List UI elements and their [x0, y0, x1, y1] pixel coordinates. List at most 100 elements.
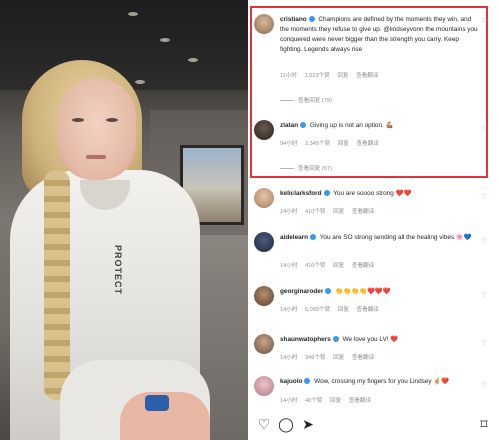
comment-text: You are soooo strong ❤️❤️: [333, 190, 412, 197]
like-count[interactable]: 349个赞: [305, 355, 326, 361]
username[interactable]: shaunwatophers: [280, 336, 331, 343]
ceiling-light: [128, 12, 138, 16]
avatar[interactable]: [254, 232, 274, 252]
like-count[interactable]: 2,345个赞: [305, 141, 330, 147]
comment-text: Giving up is not an option. 💪🏽: [309, 122, 394, 129]
username[interactable]: georginaroder: [280, 288, 323, 295]
comment-body: keliclarksford You are soooo strong ❤️❤️: [280, 189, 480, 199]
verified-icon: [325, 288, 332, 295]
comment-time: 14小时: [280, 209, 298, 215]
comment-body: aidelearn You are SO strong sending all …: [280, 233, 480, 243]
comments-panel: cristiano Champions are defined by the m…: [248, 0, 500, 440]
verified-icon: [300, 122, 307, 129]
comment-body: shaunwatophers We love you LV! ❤️: [280, 335, 480, 345]
like-count[interactable]: 410个赞: [305, 209, 326, 215]
verified-icon: [323, 190, 330, 197]
comment-item: kajuolo Wow, crossing my fingers for you…: [254, 376, 488, 408]
comment-time: 14小时: [280, 307, 298, 313]
reply-button[interactable]: 回复: [333, 355, 344, 361]
comment-time: 14小时: [280, 355, 298, 361]
like-icon[interactable]: ♡: [480, 292, 488, 300]
comment-item: shaunwatophers We love you LV! ❤️ 14小时 3…: [254, 334, 488, 370]
like-icon[interactable]: ♡: [480, 238, 488, 246]
comment-text: We love you LV! ❤️: [342, 336, 399, 343]
like-count[interactable]: 6,093个赞: [305, 307, 330, 313]
like-icon[interactable]: ♡: [480, 382, 488, 390]
like-count[interactable]: 1,023个赞: [305, 73, 330, 79]
hoodie-print: PROTECT: [113, 245, 123, 296]
ceiling-light: [188, 58, 198, 62]
action-toolbar: ♡ ◯ ➤ ⌑: [248, 410, 500, 440]
comment-meta: 94小时 2,345个赞 回复 查看翻译: [280, 139, 385, 147]
reply-button[interactable]: 回复: [337, 73, 348, 79]
view-replies-label: 查看回复 (57): [298, 166, 332, 172]
avatar[interactable]: [254, 120, 274, 140]
translate-button[interactable]: 查看翻译: [349, 398, 371, 404]
face: [58, 78, 136, 180]
verified-icon: [332, 336, 339, 343]
verified-icon: [304, 378, 311, 385]
app-window: PROTECT cristiano Champions are defined …: [0, 0, 500, 440]
comment-body: cristiano Champions are defined by the m…: [280, 15, 480, 55]
comment-text: Wow, crossing my fingers for you Lindsey…: [314, 378, 450, 385]
share-icon[interactable]: ➤: [300, 416, 316, 432]
comment-item: keliclarksford You are soooo strong ❤️❤️…: [254, 188, 488, 224]
view-replies[interactable]: 查看回复 (57): [280, 164, 332, 172]
comment-body: kajuolo Wow, crossing my fingers for you…: [280, 377, 480, 387]
reply-button[interactable]: 回复: [330, 398, 341, 404]
username[interactable]: zlatan: [280, 122, 298, 129]
avatar[interactable]: [254, 376, 274, 396]
ceiling-light: [135, 80, 145, 84]
replies-line: [280, 100, 294, 102]
reply-button[interactable]: 回复: [333, 209, 344, 215]
comment-text: You are SO strong sending all the healin…: [319, 234, 472, 241]
reply-button[interactable]: 回复: [338, 307, 349, 313]
like-icon[interactable]: ♡: [480, 194, 488, 202]
like-count[interactable]: 410个赞: [305, 263, 326, 269]
comment-item: zlatan Giving up is not an option. 💪🏽 94…: [254, 120, 488, 174]
eye: [106, 118, 118, 122]
comment-meta: 14小时 349个赞 回复 查看翻译: [280, 353, 380, 361]
post-photo: PROTECT: [0, 0, 248, 440]
translate-button[interactable]: 查看翻译: [357, 307, 379, 313]
heart-icon[interactable]: ♡: [256, 416, 272, 432]
like-icon[interactable]: ♡: [480, 18, 488, 26]
eye: [72, 118, 84, 122]
avatar[interactable]: [254, 14, 274, 34]
username[interactable]: keliclarksford: [280, 190, 322, 197]
avatar[interactable]: [254, 286, 274, 306]
avatar[interactable]: [254, 188, 274, 208]
like-icon[interactable]: ♡: [480, 340, 488, 348]
translate-button[interactable]: 查看翻译: [352, 209, 374, 215]
reply-button[interactable]: 回复: [338, 141, 349, 147]
username[interactable]: aidelearn: [280, 234, 308, 241]
view-replies-label: 查看回复 (79): [298, 98, 332, 104]
comment-meta: 14小时 6,093个赞 回复 查看翻译: [280, 305, 385, 313]
comment-meta: 11小时 1,023个赞 回复 查看翻译: [280, 71, 384, 79]
braid: [44, 170, 70, 400]
translate-button[interactable]: 查看翻译: [352, 355, 374, 361]
username[interactable]: kajuolo: [280, 378, 302, 385]
translate-button[interactable]: 查看翻译: [352, 263, 374, 269]
comment-time: 94小时: [280, 141, 298, 147]
avatar[interactable]: [254, 334, 274, 354]
translate-button[interactable]: 查看翻译: [357, 141, 379, 147]
bookmark-icon[interactable]: ⌑: [476, 416, 492, 432]
like-icon[interactable]: ♡: [480, 126, 488, 134]
mouth: [86, 155, 106, 159]
verified-icon: [310, 234, 317, 241]
blue-cloth: [145, 395, 169, 411]
comment-time: 11小时: [280, 73, 297, 79]
comment-icon[interactable]: ◯: [278, 416, 294, 432]
comment-item: aidelearn You are SO strong sending all …: [254, 232, 488, 272]
like-count[interactable]: 40个赞: [305, 398, 322, 404]
view-replies[interactable]: 查看回复 (79): [280, 96, 332, 104]
verified-icon: [308, 16, 315, 23]
replies-line: [280, 168, 294, 170]
comment-time: 14小时: [280, 263, 298, 269]
reply-button[interactable]: 回复: [333, 263, 344, 269]
comment-body: georginaroder 👏👏👏👏❤️❤️❤️: [280, 287, 480, 297]
comment-meta: 14小时 410个赞 回复 查看翻译: [280, 207, 380, 215]
username[interactable]: cristiano: [280, 16, 307, 23]
translate-button[interactable]: 查看翻译: [356, 73, 378, 79]
